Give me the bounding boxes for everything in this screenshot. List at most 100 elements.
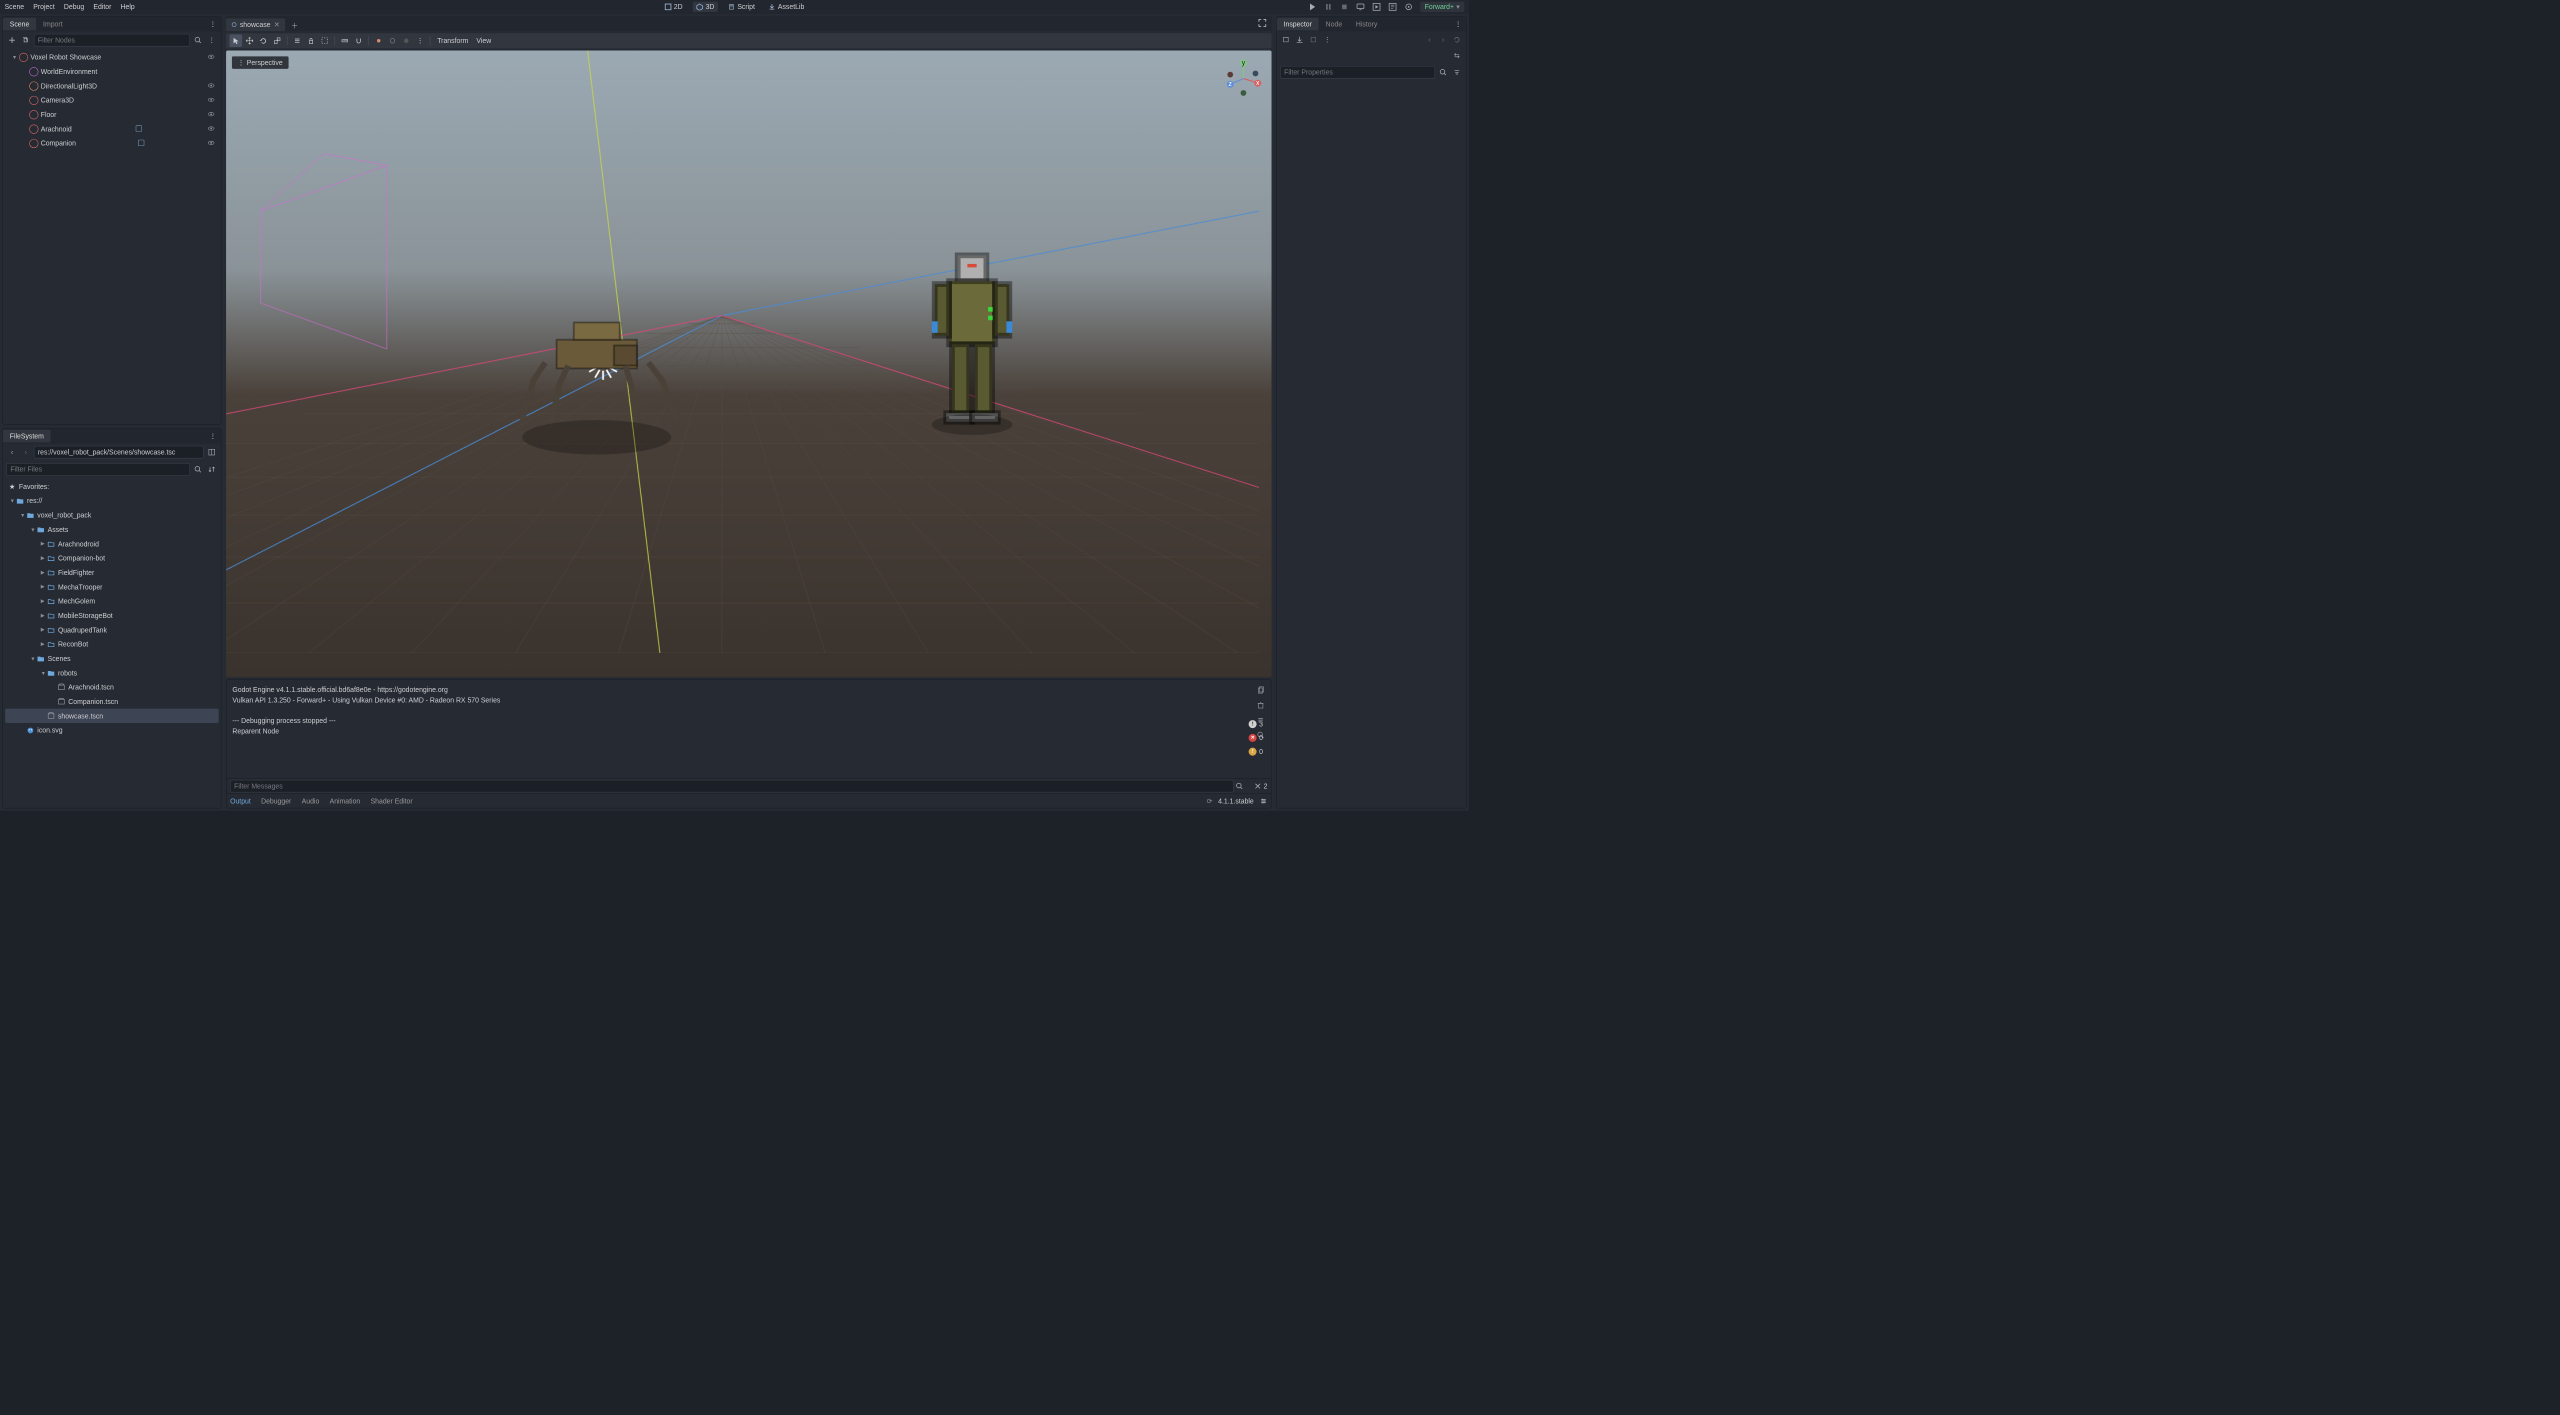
nav-back-icon[interactable]: ‹ <box>6 446 17 457</box>
menu-debug[interactable]: Debug <box>64 3 84 11</box>
fs-item[interactable]: ▶Companion-bot <box>5 551 218 565</box>
close-icon[interactable]: ✕ <box>274 21 280 29</box>
fs-item[interactable]: icon.svg <box>5 723 218 737</box>
3d-viewport[interactable]: ⋮ Perspective y x z <box>226 50 1271 677</box>
fs-item[interactable]: ▼voxel_robot_pack <box>5 508 218 522</box>
chevron-icon[interactable]: ▼ <box>10 498 16 504</box>
open-resource-icon[interactable] <box>1280 34 1291 45</box>
menu-project[interactable]: Project <box>33 3 54 11</box>
renderer-select[interactable]: Forward+▾ <box>1420 2 1464 12</box>
search-icon[interactable] <box>192 464 203 475</box>
chevron-icon[interactable]: ▼ <box>30 526 36 532</box>
panel-options-icon[interactable]: ⋮ <box>205 20 221 28</box>
stop-icon[interactable] <box>1340 2 1349 11</box>
tree-node[interactable]: WorldEnvironment <box>5 64 218 78</box>
tab-filesystem[interactable]: FileSystem <box>3 430 51 443</box>
rotate-tool[interactable] <box>257 34 270 47</box>
tab-import[interactable]: Import <box>36 18 69 31</box>
chevron-icon[interactable]: ▶ <box>41 627 47 633</box>
debugger-count-icon[interactable] <box>1252 780 1263 791</box>
tree-node[interactable]: ▼Voxel Robot Showcase <box>5 50 218 64</box>
search-icon[interactable] <box>1234 780 1245 791</box>
filter-nodes-input[interactable]: Filter Nodes <box>34 34 190 47</box>
chevron-icon[interactable]: ▼ <box>41 670 47 676</box>
more-options-icon[interactable]: ⋮ <box>206 34 217 45</box>
bottom-tab-audio[interactable]: Audio <box>302 797 320 805</box>
visibility-icon[interactable] <box>207 96 216 105</box>
toggle-split-icon[interactable] <box>206 446 217 457</box>
script-icon[interactable] <box>135 124 144 133</box>
history-icon[interactable] <box>1451 34 1462 45</box>
tree-node[interactable]: Floor <box>5 107 218 121</box>
tree-node[interactable]: Companion <box>5 136 218 150</box>
warn-count-badge[interactable]: !0 <box>1245 746 1266 757</box>
fs-item[interactable]: ▶Arachnodroid <box>5 537 218 551</box>
search-icon[interactable] <box>192 34 203 45</box>
group-tool[interactable] <box>318 34 331 47</box>
workspace-assetlib[interactable]: AssetLib <box>765 2 807 12</box>
env-preview-icon[interactable] <box>386 34 399 47</box>
fs-item[interactable]: showcase.tscn <box>5 709 218 723</box>
ruler-tool[interactable] <box>339 34 352 47</box>
play-icon[interactable] <box>1308 2 1317 11</box>
tree-node[interactable]: DirectionalLight3D <box>5 79 218 93</box>
visibility-icon[interactable] <box>207 139 216 148</box>
tab-node[interactable]: Node <box>1319 18 1349 31</box>
filter-options-icon[interactable] <box>1451 67 1462 78</box>
search-icon[interactable] <box>1437 67 1448 78</box>
more-vp-options-icon[interactable]: ⋮ <box>414 34 427 47</box>
chevron-icon[interactable]: ▼ <box>20 512 26 518</box>
workspace-3d[interactable]: 3D <box>693 2 718 12</box>
visibility-icon[interactable] <box>207 110 216 119</box>
panel-options-icon[interactable]: ⋮ <box>205 432 221 440</box>
play-remote-icon[interactable] <box>1356 2 1365 11</box>
fs-item[interactable]: ▶ReconBot <box>5 637 218 651</box>
file-path-input[interactable]: res://voxel_robot_pack/Scenes/showcase.t… <box>34 446 204 459</box>
sort-icon[interactable] <box>206 464 217 475</box>
menu-help[interactable]: Help <box>121 3 135 11</box>
fs-item[interactable]: ▼res:// <box>5 493 218 507</box>
fs-item[interactable]: Arachnoid.tscn <box>5 680 218 694</box>
bottom-tab-output[interactable]: Output <box>230 797 251 805</box>
new-tab-icon[interactable]: ＋ <box>289 20 300 31</box>
snap-tool[interactable] <box>352 34 365 47</box>
chevron-icon[interactable]: ▶ <box>41 555 47 561</box>
tree-node[interactable]: Arachnoid <box>5 122 218 136</box>
tab-scene[interactable]: Scene <box>3 18 36 31</box>
filter-files-input[interactable]: Filter Files <box>6 463 190 476</box>
fs-item[interactable]: ▼robots <box>5 666 218 680</box>
error-count-badge[interactable]: ✕0 <box>1245 732 1266 743</box>
select-tool[interactable] <box>230 34 243 47</box>
favorites-row[interactable]: ★ Favorites: <box>5 479 218 493</box>
sun-preview-icon[interactable] <box>372 34 385 47</box>
tab-history[interactable]: History <box>1349 18 1384 31</box>
menu-editor[interactable]: Editor <box>93 3 111 11</box>
fs-item[interactable]: ▶QuadrupedTank <box>5 623 218 637</box>
bottom-tab-debugger[interactable]: Debugger <box>261 797 291 805</box>
instance-scene-icon[interactable] <box>20 34 31 45</box>
save-resource-icon[interactable] <box>1308 34 1319 45</box>
chevron-icon[interactable]: ▶ <box>41 584 47 590</box>
scene-tab-showcase[interactable]: showcase ✕ <box>226 18 285 31</box>
movie-icon[interactable] <box>1404 2 1413 11</box>
perspective-toggle[interactable]: ⋮ Perspective <box>232 56 289 69</box>
info-count-badge[interactable]: !3 <box>1245 718 1266 729</box>
tree-node[interactable]: Camera3D <box>5 93 218 107</box>
env-preview2-icon[interactable] <box>400 34 413 47</box>
panel-options-icon[interactable]: ⋮ <box>1450 20 1466 28</box>
play-custom-icon[interactable] <box>1388 2 1397 11</box>
filter-messages-input[interactable]: Filter Messages <box>230 780 1234 793</box>
settings-icon[interactable] <box>1259 797 1267 805</box>
axis-gizmo[interactable]: y x z <box>1223 59 1263 99</box>
chevron-down-icon[interactable]: ▼ <box>12 54 19 60</box>
move-tool[interactable] <box>243 34 256 47</box>
fs-item[interactable]: ▶FieldFighter <box>5 565 218 579</box>
tab-inspector[interactable]: Inspector <box>1277 18 1319 31</box>
chevron-icon[interactable]: ▼ <box>30 656 36 662</box>
chevron-icon[interactable]: ▶ <box>41 569 47 575</box>
menu-scene[interactable]: Scene <box>5 3 25 11</box>
pause-icon[interactable] <box>1324 2 1333 11</box>
more-inspector-icon[interactable]: ⋮ <box>1321 34 1332 45</box>
fs-item[interactable]: ▶MechGolem <box>5 594 218 608</box>
lock-tool[interactable] <box>305 34 318 47</box>
